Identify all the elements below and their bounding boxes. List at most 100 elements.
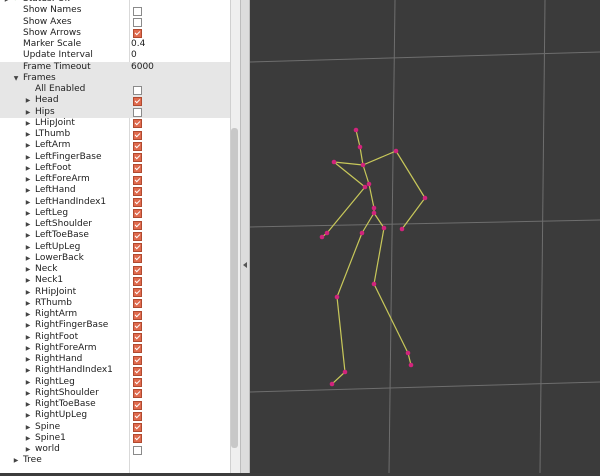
frame-righttoebase[interactable]: ▶ RightToeBase — [0, 399, 230, 410]
all-enabled-row[interactable]: All Enabled — [0, 84, 230, 96]
frame-world-checkbox[interactable] — [133, 445, 142, 455]
triangle-right-icon[interactable]: ▶ — [24, 377, 32, 388]
frame-lefttoebase[interactable]: ▶ LeftToeBase — [0, 230, 230, 241]
triangle-right-icon[interactable]: ▶ — [24, 343, 32, 354]
frame-spine[interactable]: ▶ Spine — [0, 422, 230, 433]
triangle-right-icon[interactable]: ▶ — [24, 354, 32, 365]
triangle-right-icon[interactable]: ▶ — [24, 197, 32, 208]
property-frame-timeout-value[interactable]: 6000 — [131, 62, 154, 73]
triangle-right-icon[interactable]: ▶ — [24, 332, 32, 343]
frame-lefthand[interactable]: ▶ LeftHand — [0, 185, 230, 196]
frame-leftfingerbase[interactable]: ▶ LeftFingerBase — [0, 152, 230, 163]
frame-lhipjoint[interactable]: ▶ LHipJoint — [0, 118, 230, 129]
frame-leftfingerbase-checkbox[interactable] — [133, 153, 142, 163]
frame-neck-checkbox[interactable] — [133, 265, 142, 275]
triangle-right-icon[interactable]: ▶ — [24, 433, 32, 444]
frame-leftfoot[interactable]: ▶ LeftFoot — [0, 163, 230, 174]
triangle-right-icon[interactable]: ▶ — [24, 388, 32, 399]
frame-leftupleg[interactable]: ▶ LeftUpLeg — [0, 242, 230, 253]
frame-rightarm-checkbox[interactable] — [133, 310, 142, 320]
triangle-right-icon[interactable]: ▶ — [24, 118, 32, 129]
triangle-right-icon[interactable]: ▶ — [24, 140, 32, 151]
triangle-right-icon[interactable]: ▶ — [24, 410, 32, 421]
frame-world[interactable]: ▶ world — [0, 444, 230, 455]
triangle-right-icon[interactable]: ▶ — [24, 152, 32, 163]
collapse-left-icon[interactable] — [243, 262, 247, 268]
frame-rightleg-checkbox[interactable] — [133, 378, 142, 388]
property-frame-timeout[interactable]: Frame Timeout 6000 — [0, 61, 230, 73]
frame-hips[interactable]: ▶ Hips — [0, 106, 230, 118]
frame-rightleg[interactable]: ▶ RightLeg — [0, 377, 230, 388]
frame-leftforearm[interactable]: ▶ LeftForeArm — [0, 174, 230, 185]
triangle-right-icon[interactable]: ▶ — [24, 163, 32, 174]
frame-lefthandindex1[interactable]: ▶ LeftHandIndex1 — [0, 197, 230, 208]
triangle-right-icon[interactable]: ▶ — [24, 264, 32, 275]
triangle-right-icon[interactable]: ▶ — [24, 107, 32, 118]
frame-spine1[interactable]: ▶ Spine1 — [0, 433, 230, 444]
frame-rightshoulder[interactable]: ▶ RightShoulder — [0, 388, 230, 399]
3d-viewport[interactable] — [249, 0, 600, 474]
frame-leftshoulder-checkbox[interactable] — [133, 220, 142, 230]
frame-rightfingerbase-checkbox[interactable] — [133, 321, 142, 331]
triangle-right-icon[interactable]: ▶ — [24, 208, 32, 219]
property-show-names[interactable]: Show Names — [0, 5, 230, 16]
triangle-right-icon[interactable]: ▶ — [24, 399, 32, 410]
all-enabled-row-checkbox[interactable] — [133, 85, 142, 95]
frame-righthandindex1-checkbox[interactable] — [133, 366, 142, 376]
property-show-axes[interactable]: Show Axes — [0, 17, 230, 28]
triangle-right-icon[interactable]: ▶ — [24, 444, 32, 455]
frame-righttoebase-checkbox[interactable] — [133, 400, 142, 410]
triangle-right-icon[interactable]: ▶ — [24, 174, 32, 185]
frame-rightforearm[interactable]: ▶ RightForeArm — [0, 343, 230, 354]
frame-lefthandindex1-checkbox[interactable] — [133, 198, 142, 208]
triangle-down-icon[interactable]: ▼ — [12, 73, 20, 84]
triangle-right-icon[interactable]: ▶ — [24, 365, 32, 376]
frame-leftshoulder[interactable]: ▶ LeftShoulder — [0, 219, 230, 230]
frame-leftarm[interactable]: ▶ LeftArm — [0, 140, 230, 151]
frame-rightfoot[interactable]: ▶ RightFoot — [0, 332, 230, 343]
panel-splitter[interactable] — [240, 0, 250, 473]
property-update-interval-value[interactable]: 0 — [131, 50, 137, 61]
triangle-right-icon[interactable]: ▶ — [24, 309, 32, 320]
triangle-right-icon[interactable]: ▶ — [24, 253, 32, 264]
frame-leftforearm-checkbox[interactable] — [133, 175, 142, 185]
triangle-right-icon[interactable]: ▶ — [24, 185, 32, 196]
tree-row[interactable]: ▶ Tree — [0, 455, 230, 466]
frame-leftleg[interactable]: ▶ LeftLeg — [0, 208, 230, 219]
scrollbar-thumb[interactable] — [231, 128, 238, 448]
triangle-right-icon[interactable]: ▶ — [24, 422, 32, 433]
property-show-arrows-checkbox[interactable] — [133, 29, 142, 39]
property-show-names-checkbox[interactable] — [133, 6, 142, 16]
frame-lowerback[interactable]: ▶ LowerBack — [0, 253, 230, 264]
triangle-right-icon[interactable]: ▶ — [24, 242, 32, 253]
frame-rightfingerbase[interactable]: ▶ RightFingerBase — [0, 320, 230, 331]
triangle-right-icon[interactable]: ▶ — [24, 320, 32, 331]
frame-leftleg-checkbox[interactable] — [133, 209, 142, 219]
frame-neck1-checkbox[interactable] — [133, 276, 142, 286]
frame-rightfoot-checkbox[interactable] — [133, 333, 142, 343]
frame-head-checkbox[interactable] — [133, 96, 142, 106]
frame-rightforearm-checkbox[interactable] — [133, 344, 142, 354]
frame-rightupleg[interactable]: ▶ RightUpLeg — [0, 410, 230, 421]
frame-righthandindex1[interactable]: ▶ RightHandIndex1 — [0, 365, 230, 376]
triangle-right-icon[interactable]: ▶ — [12, 455, 20, 466]
frame-spine1-checkbox[interactable] — [133, 434, 142, 444]
triangle-right-icon[interactable]: ▶ — [24, 275, 32, 286]
triangle-right-icon[interactable]: ▶ — [24, 95, 32, 106]
triangle-right-icon[interactable]: ▶ — [24, 287, 32, 298]
frames-row[interactable]: ▼ Frames — [0, 72, 230, 84]
frame-spine-checkbox[interactable] — [133, 423, 142, 433]
frame-rhipjoint[interactable]: ▶ RHipJoint — [0, 287, 230, 298]
property-marker-scale[interactable]: Marker Scale 0.4 — [0, 39, 230, 50]
frame-head[interactable]: ▶ Head — [0, 95, 230, 107]
frame-rthumb[interactable]: ▶ RThumb — [0, 298, 230, 309]
frame-leftarm-checkbox[interactable] — [133, 141, 142, 151]
frame-rthumb-checkbox[interactable] — [133, 299, 142, 309]
frame-lthumb-checkbox[interactable] — [133, 130, 142, 140]
property-marker-scale-value[interactable]: 0.4 — [131, 39, 145, 50]
frame-rightshoulder-checkbox[interactable] — [133, 389, 142, 399]
triangle-right-icon[interactable]: ▶ — [24, 129, 32, 140]
frame-lefthand-checkbox[interactable] — [133, 186, 142, 196]
frame-righthand[interactable]: ▶ RightHand — [0, 354, 230, 365]
frame-righthand-checkbox[interactable] — [133, 355, 142, 365]
